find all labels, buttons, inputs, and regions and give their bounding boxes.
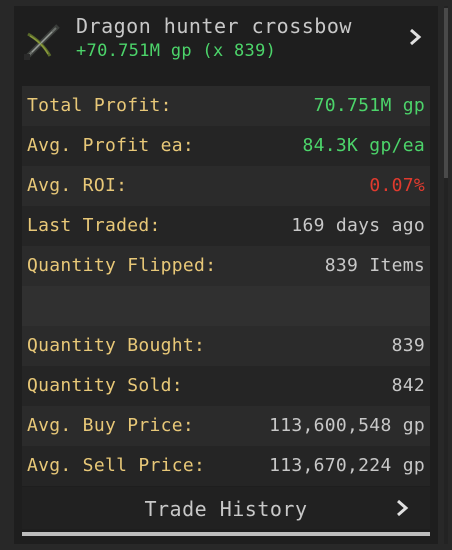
stat-row-total-profit: Total Profit: 70.751M gp: [22, 86, 430, 126]
stat-value: 113,670,224 gp: [269, 455, 425, 476]
flip-panel: Dragon hunter crossbow +70.751M gp (x 83…: [14, 6, 438, 544]
stat-value: 842: [391, 375, 425, 396]
stat-label: Quantity Sold:: [27, 375, 183, 396]
stat-row-avg-profit: Avg. Profit ea: 84.3K gp/ea: [22, 126, 430, 166]
stat-row-last-traded: Last Traded: 169 days ago: [22, 206, 430, 246]
stat-label: Avg. Profit ea:: [27, 135, 195, 156]
stat-label: Quantity Flipped:: [27, 255, 217, 276]
chevron-right-icon[interactable]: [404, 26, 426, 48]
stat-value: 839 Items: [324, 255, 425, 276]
item-name: Dragon hunter crossbow: [76, 14, 352, 38]
stat-value: 0.07%: [369, 175, 425, 196]
stat-row-quantity-sold: Quantity Sold: 842: [22, 366, 430, 406]
section-divider: [22, 286, 430, 326]
stat-label: Avg. ROI:: [27, 175, 128, 196]
stat-value: 84.3K gp/ea: [302, 135, 425, 156]
stat-row-avg-buy-price: Avg. Buy Price: 113,600,548 gp: [22, 406, 430, 446]
bottom-divider: [22, 532, 430, 536]
stat-value: 169 days ago: [291, 215, 425, 236]
stat-value: 113,600,548 gp: [269, 415, 425, 436]
stat-row-quantity-bought: Quantity Bought: 839: [22, 326, 430, 366]
item-profit-summary: +70.751M gp (x 839): [76, 41, 277, 61]
stats-table: Total Profit: 70.751M gp Avg. Profit ea:…: [22, 86, 430, 486]
trade-history-label: Trade History: [144, 497, 308, 521]
stat-label: Quantity Bought:: [27, 335, 206, 356]
stat-value: 70.751M gp: [313, 95, 425, 116]
scrollbar-thumb[interactable]: [444, 8, 448, 178]
chevron-right-icon: [397, 499, 409, 517]
stat-label: Avg. Buy Price:: [27, 415, 195, 436]
stat-label: Total Profit:: [27, 95, 172, 116]
stat-label: Last Traded:: [27, 215, 161, 236]
trade-history-button[interactable]: Trade History: [22, 487, 430, 529]
stat-value: 839: [391, 335, 425, 356]
item-header[interactable]: Dragon hunter crossbow +70.751M gp (x 83…: [14, 6, 438, 76]
stat-row-quantity-flipped: Quantity Flipped: 839 Items: [22, 246, 430, 286]
stat-row-avg-sell-price: Avg. Sell Price: 113,670,224 gp: [22, 446, 430, 486]
stat-label: Avg. Sell Price:: [27, 455, 206, 476]
crossbow-icon: [20, 20, 64, 64]
stat-row-avg-roi: Avg. ROI: 0.07%: [22, 166, 430, 206]
